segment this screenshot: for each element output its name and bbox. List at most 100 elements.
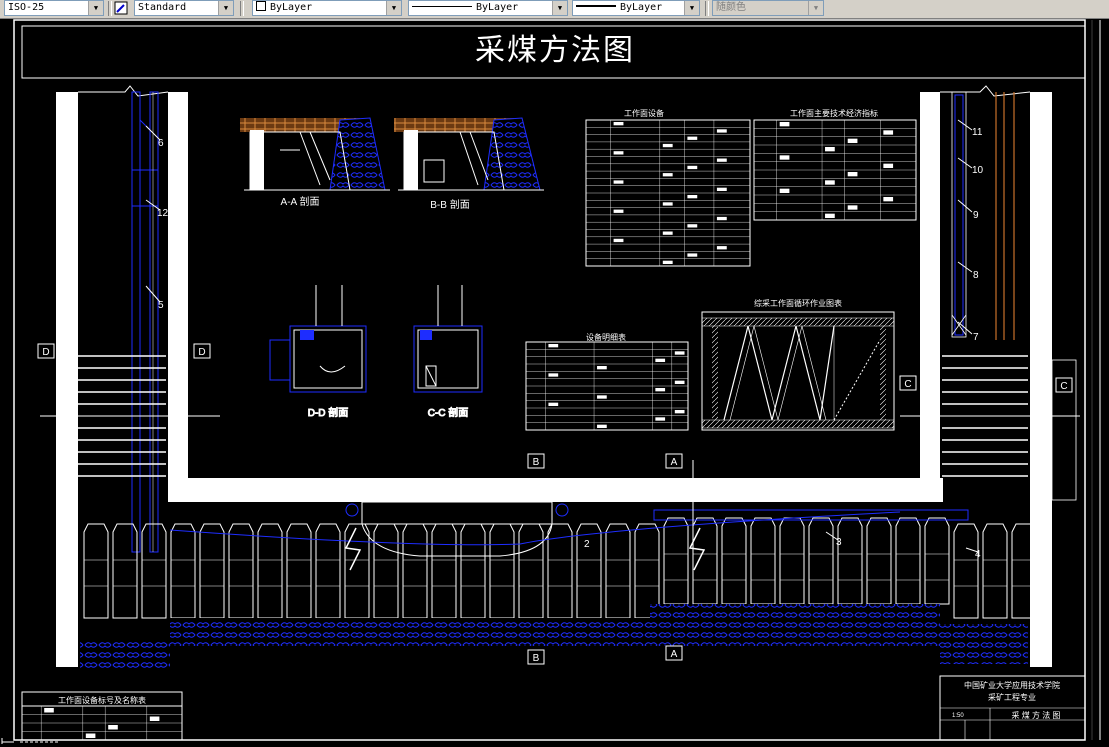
support-unit — [866, 517, 892, 605]
drawing-canvas[interactable]: 采煤方法图 A-A 剖面 B-B 剖面 D-D 剖面 C-C 剖面 工作面设备 … — [0, 18, 1109, 747]
support-unit — [779, 517, 805, 605]
support-unit — [199, 523, 225, 619]
support-unit — [460, 523, 486, 619]
support-unit — [808, 517, 834, 605]
toolbar-separator — [705, 1, 709, 16]
cut-mark-d-left: D — [42, 347, 49, 358]
properties-toolbar: ISO-25 ▼ Standard ▼ ByLayer ▼ ByLayer ▼ … — [0, 0, 1109, 19]
support-unit — [489, 523, 515, 619]
gob-area — [80, 640, 170, 668]
section-dd: D-D 剖面 — [269, 285, 367, 420]
ucs-icon — [0, 734, 70, 747]
support-unit — [228, 523, 254, 619]
tech-index-table: 工作面主要技术经济指标 — [753, 108, 917, 221]
chevron-down-icon[interactable]: ▼ — [88, 1, 103, 15]
support-unit — [982, 523, 1008, 619]
chevron-down-icon[interactable]: ▼ — [552, 1, 567, 15]
drawing-title: 采煤方法图 — [475, 33, 635, 68]
section-bb-label: B-B 剖面 — [430, 198, 469, 211]
break-line — [344, 527, 362, 571]
textstyle-combo[interactable]: Standard ▼ — [134, 0, 234, 16]
support-unit — [373, 523, 399, 619]
callout-7: 7 — [973, 332, 979, 343]
chevron-down-icon[interactable]: ▼ — [218, 1, 233, 15]
gob-area — [650, 604, 940, 620]
legend-table-title: 工作面设备标号及名称表 — [58, 695, 146, 705]
cycle-chart: 综采工作面循环作业图表 — [701, 298, 895, 431]
callout-6: 6 — [158, 138, 164, 149]
support-unit — [257, 523, 283, 619]
hydraulic-supports — [83, 509, 1037, 619]
title-block-scale: 1:50 — [952, 713, 964, 719]
gob-area — [170, 618, 940, 646]
dimstyle-combo[interactable]: ISO-25 ▼ — [4, 0, 104, 16]
toolbar-separator — [240, 1, 244, 16]
linetype-sample-icon — [412, 6, 472, 7]
legend-table: 工作面设备标号及名称表 — [21, 691, 183, 741]
callout-12: 12 — [157, 208, 169, 219]
textstyle-value: Standard — [138, 2, 187, 13]
support-unit — [663, 517, 689, 605]
support-unit — [692, 517, 718, 605]
support-unit — [402, 523, 428, 619]
dimstyle-value: ISO-25 — [8, 2, 45, 13]
support-unit — [837, 517, 863, 605]
callout-3: 3 — [836, 537, 842, 548]
callout-10: 10 — [972, 165, 984, 176]
plotstyle-combo[interactable]: 随颜色 ▼ — [712, 0, 824, 16]
lineweight-combo[interactable]: ByLayer ▼ — [572, 0, 700, 16]
toolbar-separator — [108, 1, 112, 16]
callout-8: 8 — [973, 270, 979, 281]
callout-5: 5 — [158, 300, 164, 311]
linetype-combo[interactable]: ByLayer ▼ — [408, 0, 568, 16]
title-block-org: 中国矿业大学应用技术学院 — [964, 680, 1060, 690]
plotstyle-value: 随颜色 — [716, 2, 746, 13]
color-value: ByLayer — [270, 2, 313, 13]
support-unit — [83, 523, 109, 619]
support-unit — [112, 523, 138, 619]
cut-mark-a-top: A — [671, 457, 678, 468]
chevron-down-icon[interactable]: ▼ — [684, 1, 699, 15]
right-conveyor — [951, 91, 1015, 340]
lineweight-value: ByLayer — [620, 2, 663, 13]
support-unit — [924, 517, 950, 605]
callout-4: 4 — [975, 549, 981, 560]
title-block-major: 采矿工程专业 — [988, 692, 1036, 702]
callout-2: 2 — [584, 539, 590, 550]
cut-mark-b-top: B — [533, 457, 540, 468]
cut-mark-c-left: C — [904, 379, 911, 390]
support-unit — [431, 523, 457, 619]
color-swatch-icon — [256, 1, 266, 11]
support-unit — [750, 517, 776, 605]
section-bb: B-B 剖面 — [394, 117, 544, 211]
gob-area — [940, 624, 1028, 664]
cut-mark-c-right: C — [1060, 381, 1067, 392]
support-unit — [895, 517, 921, 605]
section-aa-label: A-A 剖面 — [281, 195, 320, 208]
support-unit — [170, 523, 196, 619]
text-style-icon[interactable] — [114, 1, 128, 15]
tech-index-table-title: 工作面主要技术经济指标 — [790, 108, 878, 118]
title-block-name: 采 煤 方 法 图 — [1012, 710, 1061, 720]
support-unit — [953, 523, 979, 619]
section-aa: A-A 剖面 — [240, 117, 390, 208]
left-conveyor — [131, 91, 159, 553]
cut-mark-b-bottom: B — [533, 653, 540, 664]
chevron-down-icon[interactable]: ▼ — [386, 1, 401, 15]
section-cc-label: C-C 剖面 — [428, 406, 469, 419]
break-line — [688, 527, 706, 571]
color-combo[interactable]: ByLayer ▼ — [252, 0, 402, 16]
support-unit — [518, 523, 544, 619]
equipment-list-table: 设备明细表 — [525, 332, 689, 431]
equipment-list-table-title: 设备明细表 — [586, 332, 626, 342]
cycle-chart-title: 综采工作面循环作业图表 — [754, 298, 842, 308]
section-cc: C-C 剖面 — [413, 285, 483, 420]
chevron-down-icon[interactable]: ▼ — [808, 1, 823, 15]
support-unit — [634, 523, 660, 619]
support-unit — [721, 517, 747, 605]
support-unit — [141, 523, 167, 619]
equipment-table: 工作面设备 — [585, 108, 751, 267]
section-dd-label: D-D 剖面 — [308, 406, 349, 419]
callout-9: 9 — [973, 210, 979, 221]
support-unit — [605, 523, 631, 619]
